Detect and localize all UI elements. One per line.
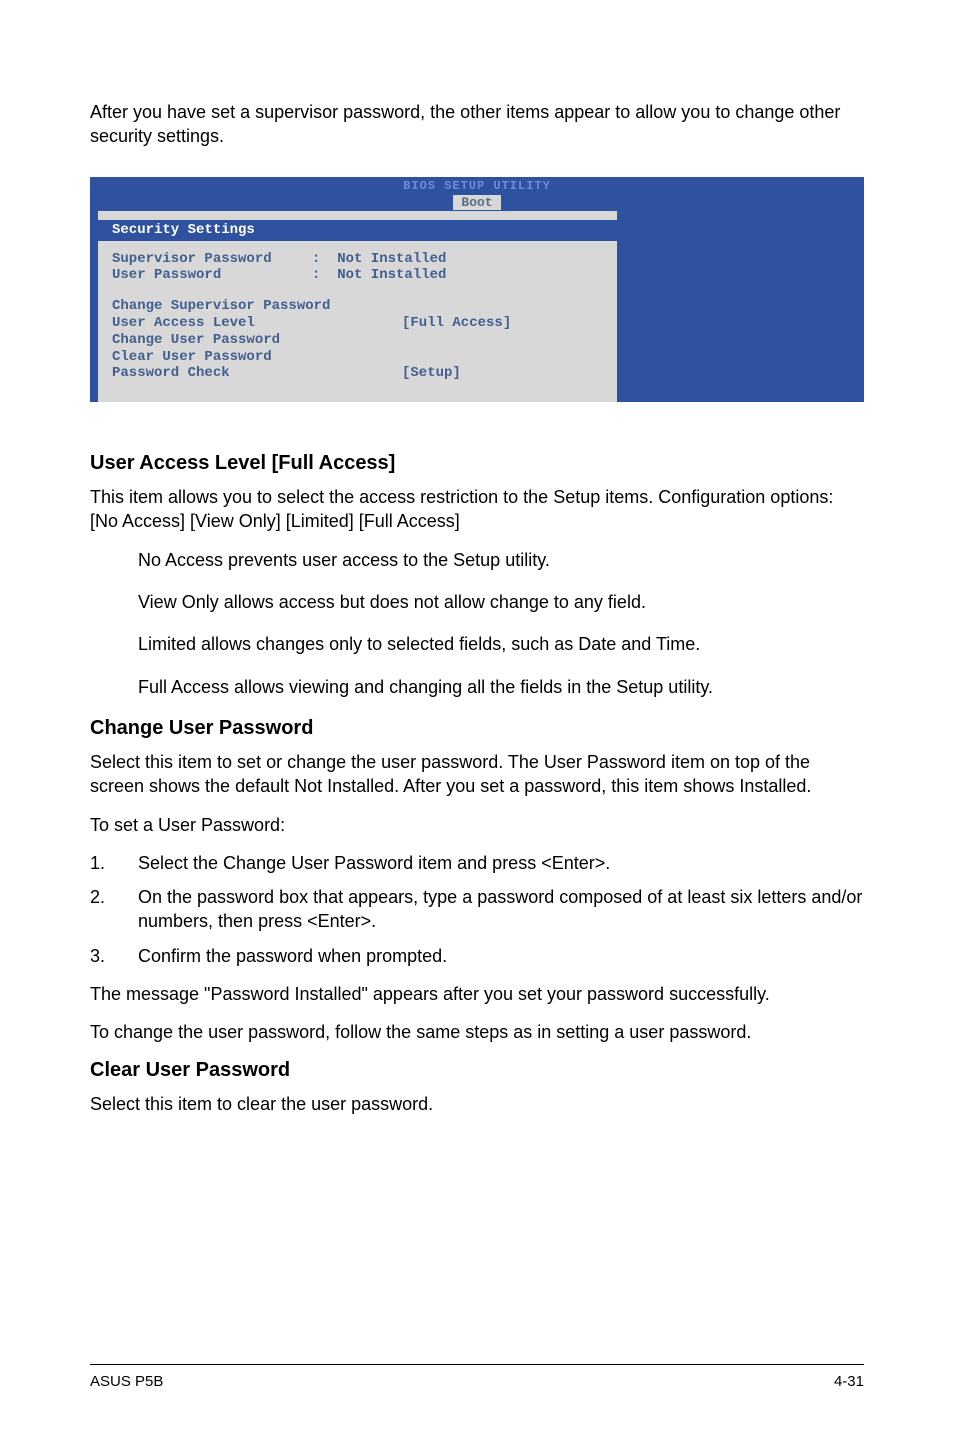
change-user-password-item[interactable]: Change User Password [112, 332, 603, 349]
security-settings-header: Security Settings [98, 219, 617, 241]
user-access-level-heading: User Access Level [Full Access] [90, 452, 864, 475]
clear-user-password-heading: Clear User Password [90, 1059, 864, 1082]
step-3: 3.Confirm the password when prompted. [90, 944, 864, 968]
cup-desc: Select this item to set or change the us… [90, 750, 864, 799]
cup-success-msg: The message "Password Installed" appears… [90, 982, 864, 1006]
step-2: 2.On the password box that appears, type… [90, 885, 864, 934]
password-check-value: [Setup] [402, 365, 461, 382]
user-password-label: User Password [112, 267, 312, 284]
footer-right: 4-31 [834, 1373, 864, 1390]
step-1: 1.Select the Change User Password item a… [90, 851, 864, 875]
page-footer: ASUS P5B 4-31 [90, 1364, 864, 1390]
user-access-level-value: [Full Access] [402, 315, 511, 332]
no-access-desc: No Access prevents user access to the Se… [90, 548, 864, 572]
cup-change-msg: To change the user password, follow the … [90, 1020, 864, 1044]
full-access-desc: Full Access allows viewing and changing … [90, 675, 864, 699]
cup-toset: To set a User Password: [90, 813, 864, 837]
limited-desc: Limited allows changes only to selected … [90, 632, 864, 656]
clr-desc: Select this item to clear the user passw… [90, 1092, 864, 1116]
supervisor-password-value: : Not Installed [312, 251, 446, 268]
change-user-password-heading: Change User Password [90, 717, 864, 740]
password-check-label[interactable]: Password Check [112, 365, 402, 382]
bios-screenshot: BIOS SETUP UTILITY Boot Security Setting… [90, 177, 864, 403]
bios-tab-boot: Boot [453, 195, 500, 210]
intro-paragraph: After you have set a supervisor password… [90, 100, 864, 149]
footer-left: ASUS P5B [90, 1373, 163, 1390]
bios-help-panel [617, 211, 856, 403]
ual-description: This item allows you to select the acces… [90, 485, 864, 534]
user-password-value: : Not Installed [312, 267, 446, 284]
supervisor-password-label: Supervisor Password [112, 251, 312, 268]
user-access-level-label[interactable]: User Access Level [112, 315, 402, 332]
change-supervisor-password-item[interactable]: Change Supervisor Password [112, 298, 603, 315]
steps-list: 1.Select the Change User Password item a… [90, 851, 864, 968]
clear-user-password-item[interactable]: Clear User Password [112, 349, 603, 366]
view-only-desc: View Only allows access but does not all… [90, 590, 864, 614]
bios-title: BIOS SETUP UTILITY [90, 179, 864, 193]
